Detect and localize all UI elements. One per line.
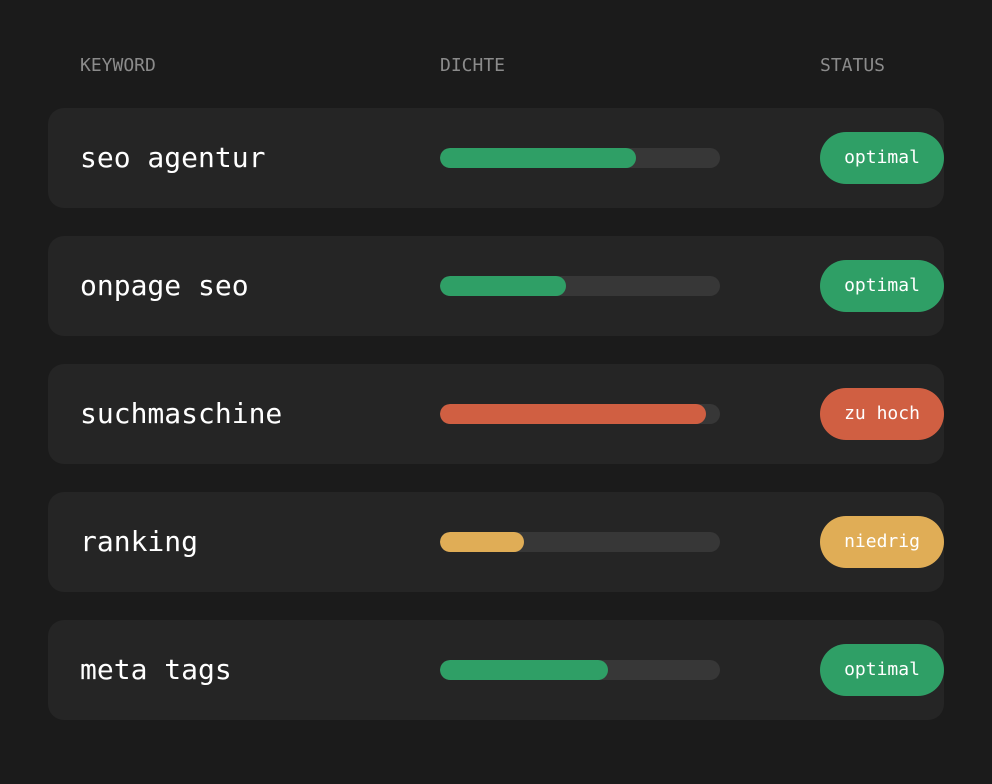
keyword-list: seo agentur optimal onpage seo optimal s… xyxy=(48,108,944,748)
status-badge: niedrig xyxy=(820,516,944,568)
table-row: suchmaschine zu hoch xyxy=(48,364,944,464)
table-row: meta tags optimal xyxy=(48,620,944,720)
status-badge: optimal xyxy=(820,132,944,184)
keyword-label: ranking xyxy=(80,525,199,558)
column-header-density: DICHTE xyxy=(440,55,506,76)
column-header-keyword: KEYWORD xyxy=(80,55,156,76)
keyword-label: suchmaschine xyxy=(80,397,283,430)
status-badge: optimal xyxy=(820,644,944,696)
density-bar-fill xyxy=(440,148,636,168)
density-bar xyxy=(440,532,720,552)
density-bar-fill xyxy=(440,276,566,296)
table-row: ranking niedrig xyxy=(48,492,944,592)
keyword-label: meta tags xyxy=(80,653,232,686)
density-bar xyxy=(440,660,720,680)
density-bar-fill xyxy=(440,532,524,552)
density-bar xyxy=(440,276,720,296)
density-bar-fill xyxy=(440,660,608,680)
table-header: KEYWORD DICHTE STATUS xyxy=(0,54,992,78)
density-bar xyxy=(440,404,720,424)
keyword-label: onpage seo xyxy=(80,269,249,302)
keyword-label: seo agentur xyxy=(80,141,266,174)
density-bar xyxy=(440,148,720,168)
column-header-status: STATUS xyxy=(820,55,886,76)
table-row: onpage seo optimal xyxy=(48,236,944,336)
table-row: seo agentur optimal xyxy=(48,108,944,208)
status-badge: optimal xyxy=(820,260,944,312)
status-badge: zu hoch xyxy=(820,388,944,440)
density-bar-fill xyxy=(440,404,706,424)
